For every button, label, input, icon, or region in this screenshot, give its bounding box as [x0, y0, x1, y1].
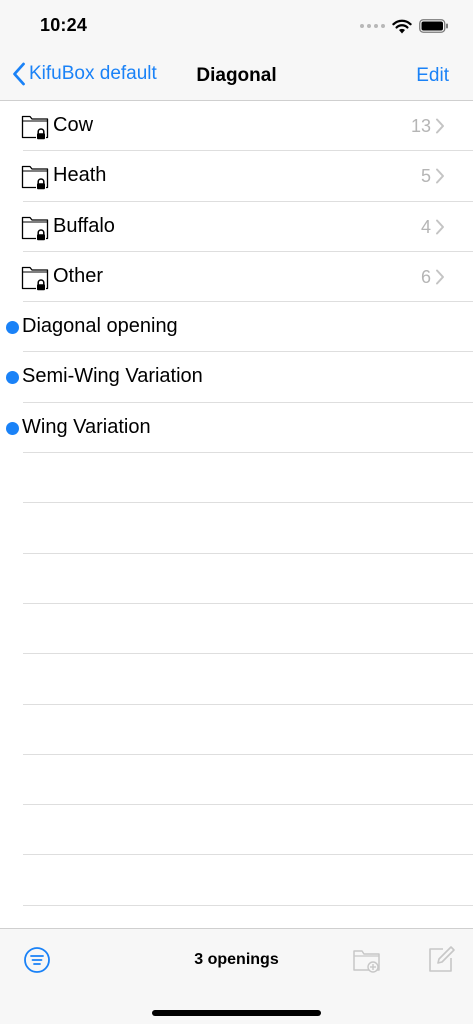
chevron-right-icon [435, 118, 445, 134]
opening-name: Diagonal opening [22, 315, 178, 338]
openings-list: Cow 13 Heath 5 Buffalo 4 Other 6 Diagonal openi… [0, 101, 473, 907]
locked-folder-icon [21, 163, 51, 191]
status-bar: 10:24 [0, 0, 473, 50]
back-button[interactable]: KifuBox default [12, 62, 157, 86]
empty-row [0, 604, 473, 655]
locked-folder-icon [21, 264, 51, 292]
folder-count: 4 [420, 216, 431, 237]
wifi-icon [392, 19, 412, 33]
status-icons [360, 16, 449, 36]
battery-icon [419, 19, 448, 33]
folder-row[interactable]: Buffalo 4 [0, 202, 473, 253]
locked-folder-icon [21, 113, 51, 141]
edit-button[interactable]: Edit [416, 65, 449, 87]
opening-row[interactable]: Diagonal opening [0, 302, 473, 353]
chevron-left-icon [13, 62, 25, 86]
opening-row[interactable]: Wing Variation [0, 403, 473, 454]
chevron-right-icon [435, 168, 445, 184]
empty-row [0, 755, 473, 806]
new-folder-icon[interactable] [352, 945, 382, 975]
back-button-label: KifuBox default [29, 63, 157, 84]
navigation-bar: KifuBox default Diagonal Edit [0, 50, 473, 101]
empty-row [0, 453, 473, 504]
folder-count: 13 [410, 116, 431, 136]
chevron-right-icon [435, 269, 445, 285]
folder-count: 5 [420, 166, 431, 187]
cellular-signal-icon [360, 24, 385, 28]
status-time: 10:24 [40, 15, 88, 35]
folder-count: 6 [420, 266, 431, 287]
folder-row[interactable]: Heath 5 [0, 151, 473, 202]
opening-name: Wing Variation [22, 415, 151, 438]
folder-row[interactable]: Cow 13 [0, 101, 473, 152]
folder-name: Buffalo [53, 214, 115, 237]
unread-dot-icon [6, 321, 19, 335]
empty-row [0, 654, 473, 705]
folder-name: Heath [53, 164, 107, 187]
unread-dot-icon [6, 371, 19, 385]
folder-row[interactable]: Other 6 [0, 252, 473, 303]
opening-row[interactable]: Semi-Wing Variation [0, 352, 473, 404]
filter-icon[interactable] [23, 946, 51, 974]
bottom-toolbar: 3 openings [0, 928, 473, 1024]
openings-count-label: 3 openings [194, 951, 279, 968]
opening-name: Semi-Wing Variation [22, 365, 203, 388]
empty-row [0, 503, 473, 554]
folder-name: Cow [53, 114, 94, 136]
chevron-right-icon [435, 219, 445, 235]
empty-row [0, 705, 473, 756]
compose-icon[interactable] [426, 944, 456, 974]
empty-row [0, 805, 473, 856]
empty-row [0, 554, 473, 605]
empty-row [0, 855, 473, 907]
locked-folder-icon [21, 214, 51, 242]
home-indicator [152, 1010, 321, 1016]
folder-name: Other [53, 264, 104, 287]
unread-dot-icon [6, 421, 19, 435]
